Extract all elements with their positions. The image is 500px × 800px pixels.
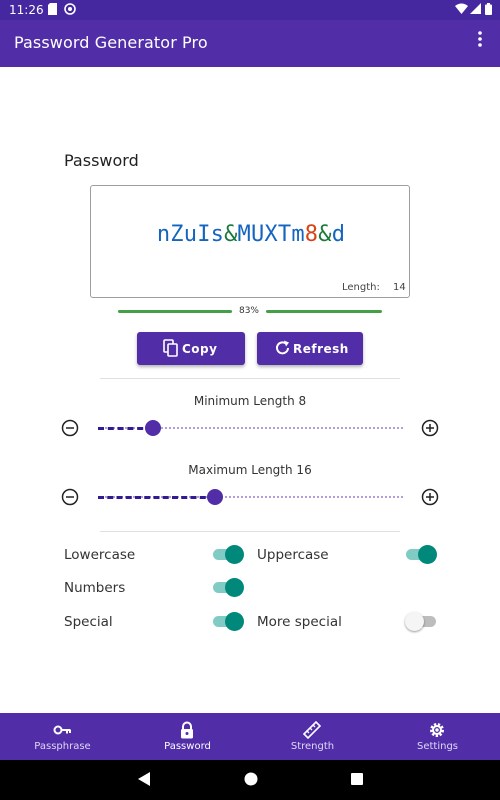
gear-icon	[428, 721, 446, 739]
signal-icon	[470, 3, 481, 17]
min-decrease-icon[interactable]	[61, 419, 79, 437]
bottom-navigation: Passphrase Password Strength Settings	[0, 713, 500, 760]
key-icon	[53, 721, 71, 739]
password-segment: nZuIs	[156, 222, 225, 247]
special-switch[interactable]	[213, 612, 244, 632]
home-icon[interactable]	[243, 771, 259, 791]
nav-password-label: Password	[164, 741, 211, 752]
strength-bar-left	[118, 310, 232, 313]
numbers-label: Numbers	[64, 580, 126, 596]
status-bar: 11:26	[0, 0, 500, 20]
nav-strength[interactable]: Strength	[250, 713, 375, 760]
password-segment: 8	[304, 222, 319, 247]
generated-password: nZuIs&MUXTm8&d	[91, 222, 411, 247]
ruler-icon	[302, 720, 322, 740]
password-segment: &	[224, 222, 238, 247]
length-label: Length:	[342, 282, 380, 293]
back-icon[interactable]	[137, 771, 151, 791]
nav-password[interactable]: Password	[125, 713, 250, 760]
refresh-icon	[275, 339, 291, 357]
divider	[100, 531, 400, 532]
password-segment: &	[318, 222, 332, 247]
sync-icon	[64, 3, 76, 18]
strength-meter: 83%	[118, 306, 382, 318]
battery-icon	[485, 3, 492, 18]
sd-card-icon	[48, 3, 57, 18]
more-special-label: More special	[257, 614, 342, 630]
nav-strength-label: Strength	[290, 741, 335, 752]
nav-settings-label: Settings	[416, 741, 458, 752]
nav-passphrase-label: Passphrase	[34, 741, 91, 752]
copy-icon	[163, 339, 179, 357]
overview-icon[interactable]	[350, 771, 364, 791]
app-bar: Password Generator Pro	[0, 20, 500, 67]
max-increase-icon[interactable]	[421, 488, 439, 506]
divider	[100, 378, 400, 379]
special-label: Special	[64, 614, 113, 630]
app-title: Password Generator Pro	[14, 33, 208, 52]
nav-settings[interactable]: Settings	[375, 713, 500, 760]
password-segment: MUXTm	[237, 222, 305, 247]
refresh-label: Refresh	[293, 342, 349, 356]
password-display: nZuIs&MUXTm8&d Length: 14	[90, 185, 410, 298]
lowercase-switch[interactable]	[213, 545, 244, 565]
uppercase-switch[interactable]	[406, 545, 437, 565]
strength-bar-right	[266, 310, 382, 313]
uppercase-label: Uppercase	[257, 547, 329, 563]
strength-percent: 83%	[238, 306, 259, 316]
status-time: 11:26	[9, 3, 44, 17]
password-segment: d	[331, 222, 346, 247]
wifi-icon	[455, 3, 468, 17]
max-length-fill	[98, 496, 215, 499]
min-length-thumb[interactable]	[145, 420, 161, 436]
length-value: 14	[393, 282, 406, 293]
password-section-title: Password	[64, 151, 139, 170]
copy-label: Copy	[182, 342, 218, 356]
refresh-button[interactable]: Refresh	[257, 332, 363, 365]
lock-icon	[178, 721, 196, 739]
min-length-label: Minimum Length 8	[193, 394, 307, 408]
max-length-thumb[interactable]	[207, 489, 223, 505]
copy-button[interactable]: Copy	[137, 332, 245, 365]
more-special-switch[interactable]	[405, 612, 436, 632]
system-navigation-bar	[0, 760, 500, 800]
numbers-switch[interactable]	[213, 578, 244, 598]
nav-passphrase[interactable]: Passphrase	[0, 713, 125, 760]
max-length-label: Maximum Length 16	[188, 463, 312, 477]
lowercase-label: Lowercase	[64, 547, 136, 563]
min-increase-icon[interactable]	[421, 419, 439, 437]
more-vert-icon[interactable]	[474, 30, 486, 50]
max-decrease-icon[interactable]	[61, 488, 79, 506]
